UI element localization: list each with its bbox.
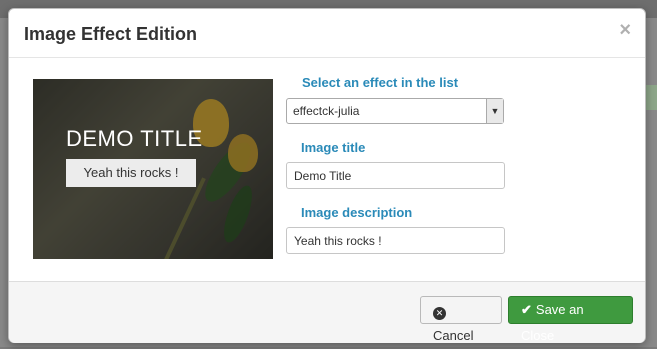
- image-description-label: Image description: [301, 205, 413, 220]
- modal-title: Image Effect Edition: [24, 24, 198, 44]
- close-icon[interactable]: ×: [619, 19, 631, 42]
- effect-select-value: effectck-julia: [293, 104, 360, 118]
- image-description-value: Yeah this rocks !: [294, 234, 382, 248]
- preview-title: DEMO TITLE: [66, 126, 203, 151]
- chevron-down-icon[interactable]: ▼: [486, 99, 503, 123]
- x-circle-icon: ✕: [433, 307, 446, 320]
- preview-description: Yeah this rocks !: [66, 159, 196, 187]
- image-effect-modal: Image Effect Edition × DEMO TITLE Yeah t…: [8, 8, 646, 343]
- image-title-label: Image title: [301, 140, 366, 155]
- effect-label: Select an effect in the list: [302, 75, 459, 90]
- modal-header: Image Effect Edition ×: [9, 9, 645, 58]
- checkmark-icon: ✔: [521, 302, 532, 317]
- cancel-button[interactable]: ✕ Cancel: [420, 296, 502, 343]
- image-title-input[interactable]: Demo Title: [286, 162, 505, 189]
- cancel-label: Cancel: [433, 328, 474, 343]
- image-description-input[interactable]: Yeah this rocks !: [286, 227, 505, 254]
- image-title-value: Demo Title: [294, 169, 352, 183]
- image-preview: DEMO TITLE Yeah this rocks !: [33, 79, 273, 259]
- effect-select[interactable]: effectck-julia ▼: [286, 98, 504, 124]
- save-button[interactable]: ✔ Save an Close: [508, 296, 633, 343]
- modal-footer: ✕ Cancel ✔ Save an Close: [9, 281, 645, 343]
